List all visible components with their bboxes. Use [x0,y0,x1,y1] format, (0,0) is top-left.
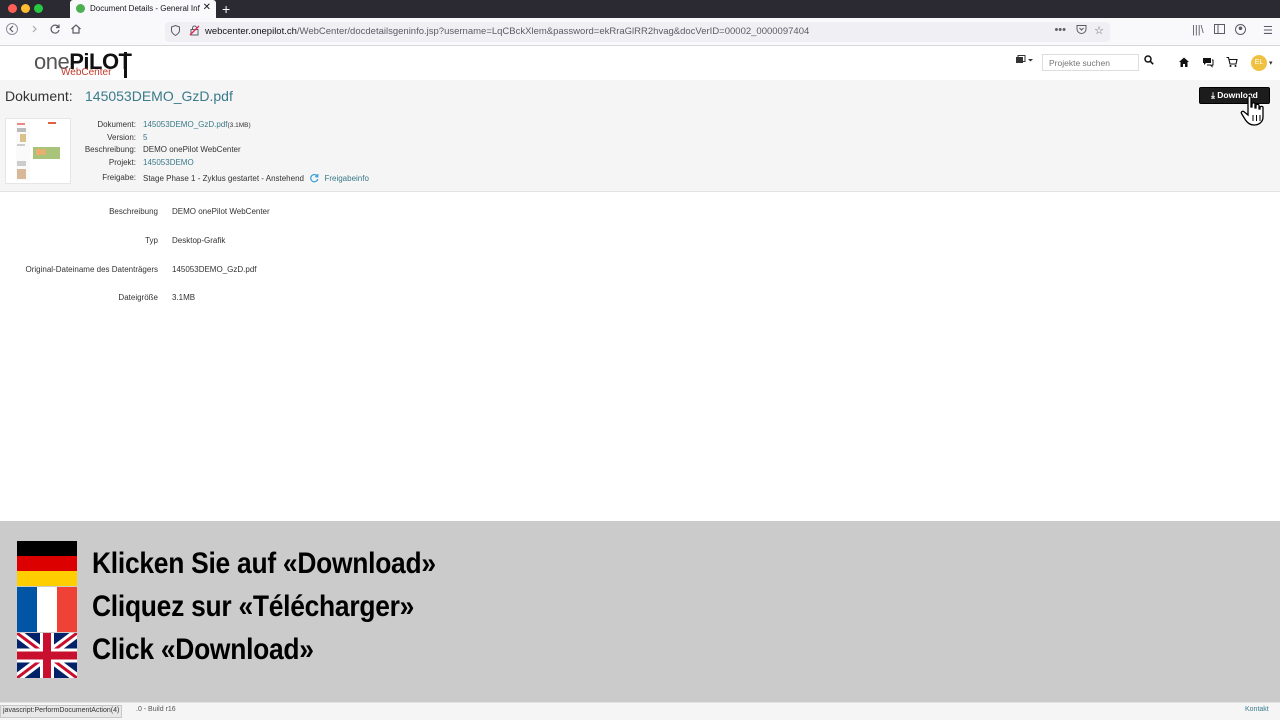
project-switch-dropdown[interactable] [1015,55,1039,71]
reload-icon[interactable] [49,23,61,39]
insecure-connection-icon[interactable] [189,25,200,39]
more-actions-icon[interactable]: ••• [1054,24,1066,36]
freigabe-status: Stage Phase 1 - Zyklus gestartet - Anste… [143,174,304,183]
meta-projekt-key: Projekt: [108,158,136,167]
messages-icon[interactable] [1202,56,1214,71]
info-beschreibung-key: Beschreibung [109,207,158,216]
home-nav-icon[interactable] [1178,56,1190,71]
uk-flag-icon [17,633,77,678]
meta-freigabe-key: Freigabe: [102,173,136,182]
freigabeinfo-link[interactable]: Freigabeinfo [324,174,368,183]
account-icon[interactable] [1235,24,1246,38]
hand-pointer-cursor-icon [1240,95,1264,126]
info-beschreibung-value: DEMO onePilot WebCenter [172,207,270,216]
search-icon[interactable] [1144,55,1154,68]
info-typ-key: Typ [145,236,158,245]
url-text: webcenter.onepilot.ch/WebCenter/docdetai… [205,26,809,37]
meta-dokument-key: Dokument: [97,120,136,129]
document-thumbnail[interactable] [5,118,71,184]
build-info: .0 - Build r16 [136,706,176,713]
sidebar-icon[interactable] [1214,24,1225,37]
meta-projekt-link[interactable]: 145053DEMO [143,158,194,167]
tab-favicon-icon [76,4,85,13]
meta-dokument-size: (3.1MB) [227,122,251,129]
url-bar[interactable]: webcenter.onepilot.ch/WebCenter/docdetai… [165,22,1110,42]
instruction-de: Klicken Sie auf «Download» [92,547,436,580]
library-icon[interactable]: |||\ [1192,24,1204,36]
app-footer [0,702,1280,720]
bookmark-star-icon[interactable]: ☆ [1094,24,1104,37]
info-filesize-key: Dateigröße [118,293,158,302]
window-maximize-dot[interactable] [34,4,43,13]
home-icon[interactable] [70,23,82,39]
info-filesize-value: 3.1MB [172,293,196,302]
document-label: Dokument: [5,88,73,104]
meta-dokument-link[interactable]: 145053DEMO_GzD.pdf [143,120,228,129]
meta-version-key: Version: [107,133,136,142]
browser-nav-bar: webcenter.onepilot.ch/WebCenter/docdetai… [0,18,1280,46]
shield-icon[interactable] [171,24,180,39]
meta-version-value[interactable]: 5 [143,133,147,142]
document-title: 145053DEMO_GzD.pdf [85,88,233,104]
avatar-dropdown-icon[interactable]: ▾ [1269,59,1273,67]
info-original-filename-value: 145053DEMO_GzD.pdf [172,265,257,274]
cart-icon[interactable] [1226,56,1238,71]
app-header: onePiLOT WebCenter EL ▾ [0,46,1280,80]
meta-dokument-value: 145053DEMO_GzD.pdf(3.1MB) [143,120,251,129]
window-minimize-dot[interactable] [21,4,30,13]
refresh-icon[interactable] [309,173,319,185]
document-header-panel: Dokument: 145053DEMO_GzD.pdf ⤓ Download … [0,80,1280,192]
browser-status-text: javascript:PerformDocumentAction(4) [0,705,123,718]
meta-beschreibung-key: Beschreibung: [84,145,136,154]
german-flag-icon [17,541,77,586]
forward-arrow-icon[interactable] [28,23,40,39]
instruction-en: Click «Download» [92,633,314,666]
instruction-overlay: Klicken Sie auf «Download» Cliquez sur «… [0,521,1280,702]
new-tab-button[interactable]: + [222,0,230,18]
french-flag-icon [17,587,77,632]
instruction-fr: Cliquez sur «Télécharger» [92,590,415,623]
meta-freigabe-value: Stage Phase 1 - Zyklus gestartet - Anste… [143,173,369,185]
logo-subtitle: WebCenter [61,67,112,78]
project-search-input[interactable] [1042,54,1139,71]
url-path: /WebCenter/docdetailsgeninfo.jsp?usernam… [296,26,810,37]
avatar[interactable]: EL [1251,55,1267,71]
kontakt-link[interactable]: Kontakt [1245,706,1269,713]
menu-icon[interactable]: ☰ [1263,24,1273,37]
window-close-dot[interactable] [8,4,17,13]
tab-close-icon[interactable]: ✕ [203,2,211,13]
back-arrow-icon[interactable] [6,23,18,39]
tab-title: Document Details - General Info [90,4,200,13]
info-typ-value: Desktop-Grafik [172,236,226,245]
pocket-icon[interactable] [1076,24,1087,38]
browser-tab[interactable]: Document Details - General Info ✕ [70,0,216,18]
browser-tab-bar: Document Details - General Info ✕ + [0,0,1280,18]
logo-bar [124,52,127,78]
download-icon: ⤓ [1211,90,1215,100]
info-original-filename-key: Original-Dateiname des Datenträgers [25,265,158,274]
meta-beschreibung-value: DEMO onePilot WebCenter [143,145,241,154]
url-host: webcenter.onepilot.ch [205,26,297,37]
